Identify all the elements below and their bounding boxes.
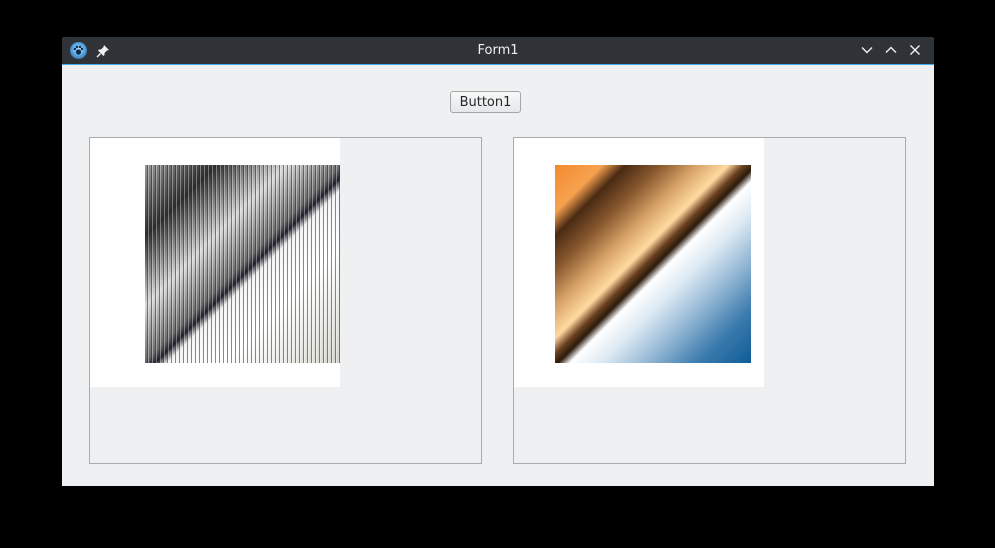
- close-icon[interactable]: [908, 43, 922, 57]
- orange-blue-gradient-image: [555, 165, 751, 363]
- window-title: Form1: [477, 43, 519, 58]
- title-bar[interactable]: Form1: [62, 37, 934, 65]
- left-image-pane: [89, 137, 482, 464]
- maximize-icon[interactable]: [884, 43, 898, 57]
- button1[interactable]: Button1: [450, 91, 521, 113]
- striped-gradient-image: [145, 165, 340, 363]
- right-image-pane: [513, 137, 906, 464]
- application-window: Form1 Button1: [62, 37, 934, 486]
- right-image-canvas: [514, 138, 764, 387]
- form-client-area: Button1: [65, 65, 931, 483]
- minimize-icon[interactable]: [860, 43, 874, 57]
- left-image-canvas: [90, 138, 340, 387]
